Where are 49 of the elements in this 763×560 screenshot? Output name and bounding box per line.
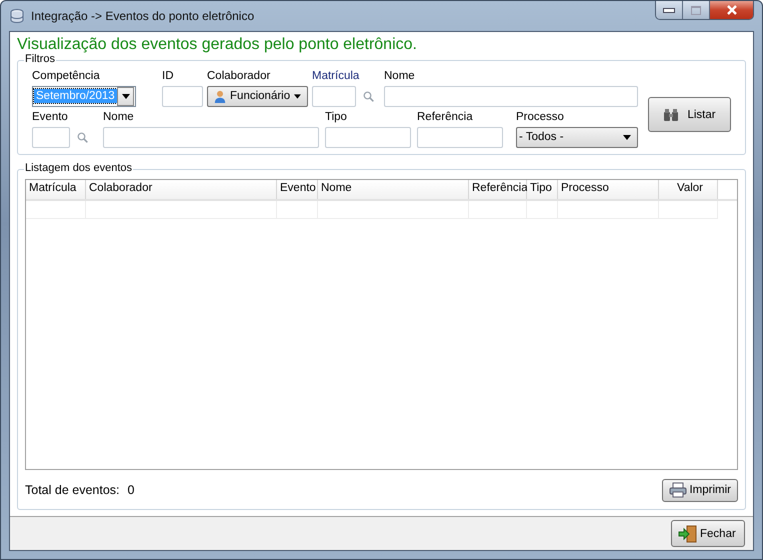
field-label: ID: [162, 69, 174, 84]
database-icon: [9, 8, 25, 24]
column-header[interactable]: Tipo: [527, 180, 558, 199]
column-header[interactable]: Valor: [659, 180, 718, 199]
total-value: 0: [128, 483, 134, 497]
close-window-button[interactable]: Fechar: [671, 520, 745, 547]
person-icon: [214, 88, 226, 104]
field-label: Competência: [32, 69, 101, 84]
input-field[interactable]: [103, 126, 319, 148]
field-label: Referência: [417, 110, 474, 125]
maximize-button[interactable]: [683, 1, 710, 19]
column-header[interactable]: Evento: [277, 180, 318, 199]
group-title: Filtros: [24, 53, 56, 65]
field-label: Processo: [516, 110, 565, 125]
input-field[interactable]: [325, 126, 411, 148]
collaborator-dropdown[interactable]: Funcionário: [207, 86, 308, 106]
search-icon[interactable]: [363, 91, 374, 102]
input-field[interactable]: [162, 86, 203, 106]
group-title: Listagem dos eventos: [24, 162, 134, 174]
window-title: Integração -> Eventos do ponto eletrônico: [31, 9, 254, 23]
minimize-button[interactable]: [656, 1, 683, 19]
input-field[interactable]: [32, 126, 70, 148]
close-icon: [726, 5, 738, 15]
list-button[interactable]: Listar: [648, 97, 731, 132]
field-label: Colaborador: [207, 69, 272, 84]
exit-door-icon: [678, 524, 698, 542]
caret-icon: [623, 134, 631, 140]
field-label: Tipo: [325, 110, 348, 125]
column-header[interactable]: Nome: [318, 180, 469, 199]
page-heading: Visualização dos eventos gerados pelo ponto eletrônico.: [17, 35, 418, 54]
column-header[interactable]: Referência: [469, 180, 527, 199]
caret-icon: [122, 94, 130, 98]
column-header[interactable]: Colaborador: [86, 180, 277, 199]
print-button[interactable]: Imprimir: [662, 478, 738, 502]
total-label: Total de eventos:: [25, 483, 120, 497]
input-field[interactable]: [417, 126, 503, 148]
field-label: Evento: [32, 110, 69, 125]
printer-icon: [669, 482, 688, 498]
close-button[interactable]: [710, 1, 753, 19]
column-header[interactable]: Processo: [558, 180, 659, 199]
process-dropdown[interactable]: - Todos -: [516, 126, 638, 148]
binoculars-icon: [663, 108, 680, 122]
field-label: Nome: [103, 110, 135, 125]
field-label: Nome: [384, 69, 416, 84]
input-field[interactable]: [384, 86, 638, 106]
caret-icon: [294, 94, 301, 98]
input-field[interactable]: [312, 86, 356, 106]
search-icon[interactable]: [77, 132, 88, 143]
column-header[interactable]: Matrícula: [26, 180, 86, 199]
